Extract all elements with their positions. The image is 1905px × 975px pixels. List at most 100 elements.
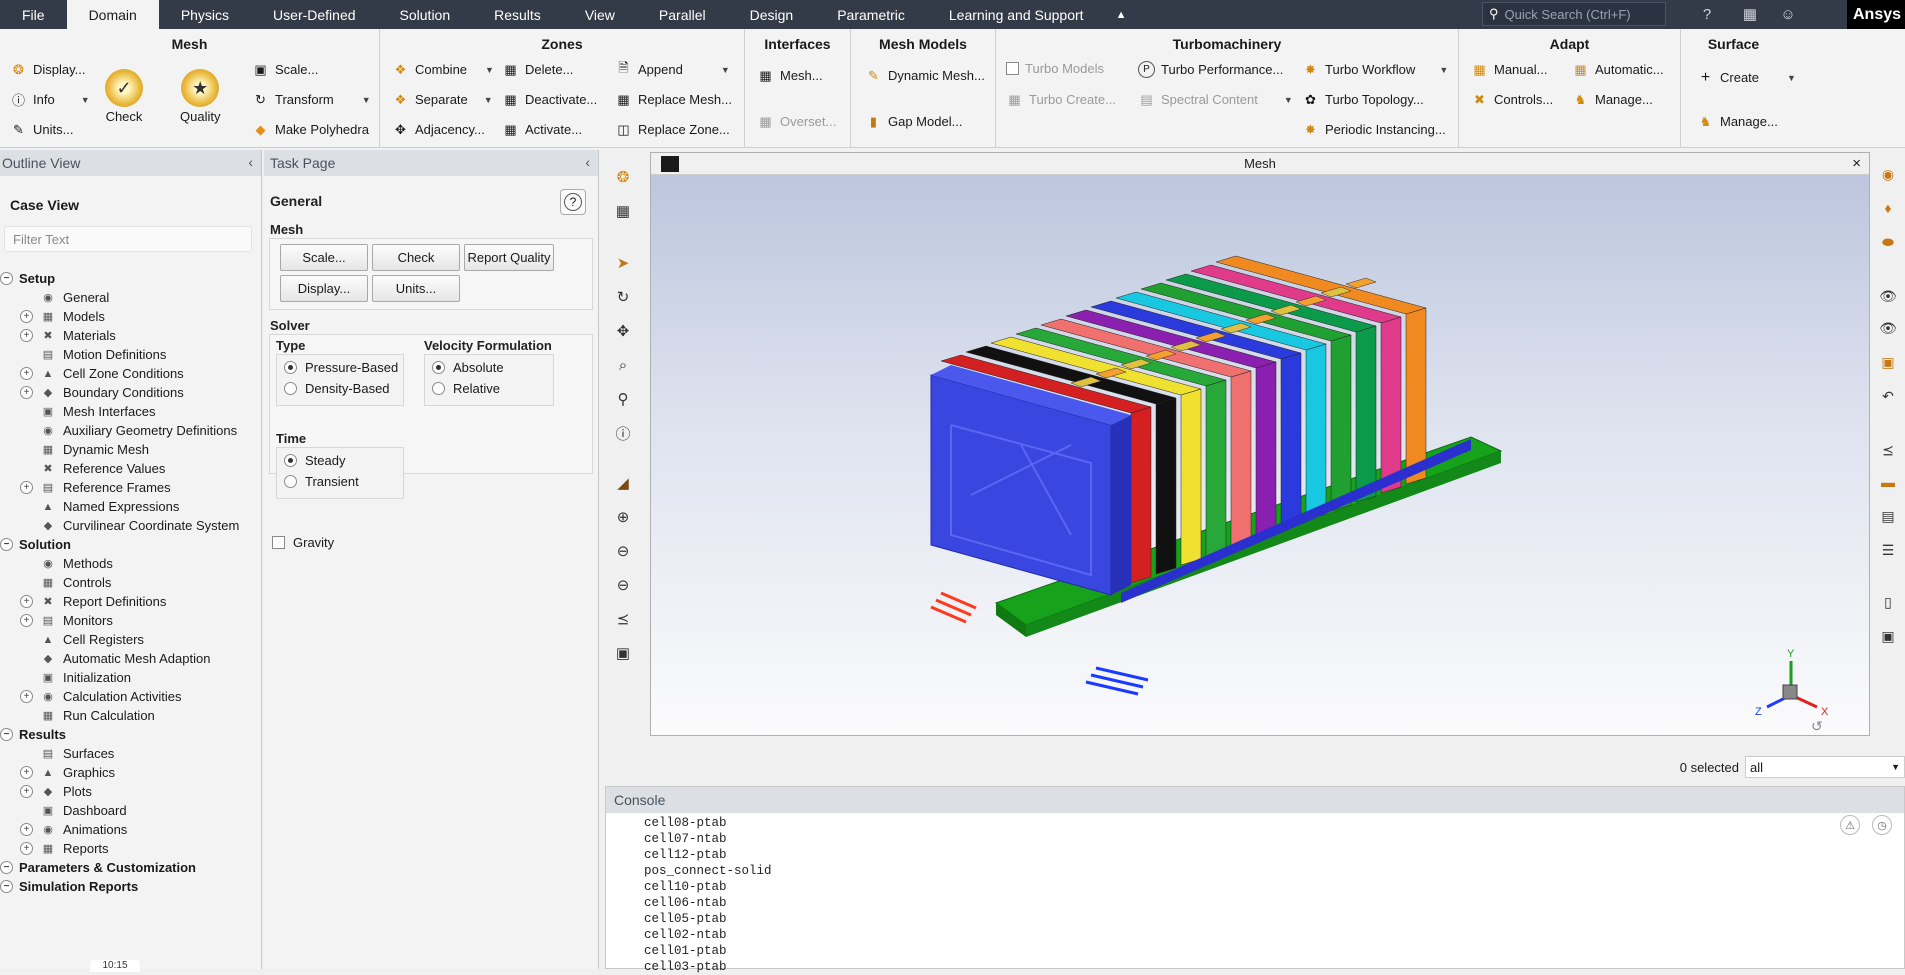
steady-radio[interactable]: Steady <box>284 453 345 468</box>
task-check-button[interactable]: Check <box>372 244 460 271</box>
tree-item[interactable]: ▤ Motion Definitions <box>0 345 262 364</box>
menu-domain[interactable]: Domain <box>66 0 159 29</box>
tree-item[interactable]: + ▲ Graphics <box>0 763 262 782</box>
graphics-window[interactable]: Mesh × Y Z X ↺ <box>650 152 1870 736</box>
turbo-topology-button[interactable]: ✿ Turbo Topology... <box>1302 91 1424 108</box>
task-report-quality-button[interactable]: Report Quality <box>464 244 554 271</box>
zoom-previous-icon[interactable]: ⊖ <box>610 572 636 598</box>
zones-delete-button[interactable]: ▦ Delete... <box>502 61 573 78</box>
tree-item[interactable]: ▦ Run Calculation <box>0 706 262 725</box>
ellipse-icon[interactable]: ⬬ <box>1876 230 1900 254</box>
tree-item[interactable]: − Setup <box>0 269 262 288</box>
task-display-button[interactable]: Display... <box>280 275 368 302</box>
mesh-transform-button[interactable]: ↻ Transform ▼ <box>252 91 371 108</box>
menu-solution[interactable]: Solution <box>378 0 473 29</box>
collapse-icon[interactable]: − <box>0 272 13 285</box>
list-icon[interactable]: ☰ <box>1876 538 1900 562</box>
task-scale-button[interactable]: Scale... <box>280 244 368 271</box>
collapse-icon[interactable]: − <box>0 861 13 874</box>
tree-item[interactable]: ▣ Mesh Interfaces <box>0 402 262 421</box>
tree-item[interactable]: ▤ Surfaces <box>0 744 262 763</box>
menu-results[interactable]: Results <box>472 0 563 29</box>
mesh-display-button[interactable]: ❂ Display... <box>10 61 85 78</box>
tree-item[interactable]: + ◉ Animations <box>0 820 262 839</box>
menu-learning-support[interactable]: Learning and Support <box>927 0 1106 29</box>
light-icon[interactable]: ♦ <box>1876 196 1900 220</box>
menu-user-defined[interactable]: User-Defined <box>251 0 377 29</box>
absolute-radio[interactable]: Absolute <box>432 360 504 375</box>
collapse-panel-icon[interactable]: ‹ <box>248 154 253 170</box>
collapse-icon[interactable]: − <box>0 728 13 741</box>
undo-view-icon[interactable]: ↶ <box>1876 384 1900 408</box>
rotate-icon[interactable]: ↻ <box>610 284 636 310</box>
tree-item[interactable]: + ◆ Plots <box>0 782 262 801</box>
mesh-info-button[interactable]: ⓘ Info ▼ <box>10 91 90 108</box>
interfaces-mesh-button[interactable]: ▦ Mesh... <box>757 67 822 84</box>
mesh-scale-button[interactable]: ▣ Scale... <box>252 61 318 78</box>
tree-item[interactable]: ◆ Automatic Mesh Adaption <box>0 649 262 668</box>
gravity-checkbox[interactable]: Gravity <box>272 535 334 550</box>
expand-icon[interactable]: + <box>20 690 33 703</box>
tree-item[interactable]: ◉ Methods <box>0 554 262 573</box>
tree-item[interactable]: + ▲ Cell Zone Conditions <box>0 364 262 383</box>
camera-icon[interactable]: ▣ <box>1876 624 1900 648</box>
probe-info-icon[interactable]: ⓘ <box>610 420 636 446</box>
expand-icon[interactable]: + <box>20 329 33 342</box>
density-based-radio[interactable]: Density-Based <box>284 381 390 396</box>
close-icon[interactable]: × <box>1852 153 1861 175</box>
collapse-icon[interactable]: − <box>0 880 13 893</box>
tree-item[interactable]: ▦ Dynamic Mesh <box>0 440 262 459</box>
menu-design[interactable]: Design <box>728 0 816 29</box>
tree-item[interactable]: ✖ Reference Values <box>0 459 262 478</box>
tree-item[interactable]: − Results <box>0 725 262 744</box>
quick-search-input[interactable]: ⚲ Quick Search (Ctrl+F) <box>1482 2 1666 26</box>
axes-icon[interactable]: ⪯ <box>610 606 636 632</box>
tree-item[interactable]: ▣ Dashboard <box>0 801 262 820</box>
tree-item[interactable]: + ✖ Report Definitions <box>0 592 262 611</box>
tree-item[interactable]: + ✖ Materials <box>0 326 262 345</box>
tree-item[interactable]: ▲ Cell Registers <box>0 630 262 649</box>
adapt-manual-button[interactable]: ▦ Manual... <box>1471 61 1547 78</box>
collapse-task-icon[interactable]: ‹ <box>585 154 590 170</box>
surface-create-button[interactable]: + Create ▼ <box>1697 69 1796 86</box>
clock-icon[interactable]: ◷ <box>1872 815 1892 835</box>
window-icon[interactable]: ▣ <box>1876 350 1900 374</box>
zones-adjacency-button[interactable]: ✥ Adjacency... <box>392 121 485 138</box>
expand-icon[interactable]: + <box>20 842 33 855</box>
tree-item[interactable]: + ▤ Reference Frames <box>0 478 262 497</box>
relative-radio[interactable]: Relative <box>432 381 500 396</box>
expand-icon[interactable]: + <box>20 310 33 323</box>
adapt-controls-button[interactable]: ✖ Controls... <box>1471 91 1553 108</box>
spectral-content-button[interactable]: ▤ Spectral Content ▼ <box>1138 91 1292 108</box>
dynamic-mesh-button[interactable]: ✎ Dynamic Mesh... <box>865 67 985 84</box>
plot-icon[interactable]: ⪯ <box>1876 438 1900 462</box>
surface-manage-button[interactable]: ♞ Manage... <box>1697 113 1778 130</box>
tree-item[interactable]: + ▦ Models <box>0 307 262 326</box>
replace-mesh-button[interactable]: ▦ Replace Mesh... <box>615 91 732 108</box>
tree-item[interactable]: ◆ Curvilinear Coordinate System <box>0 516 262 535</box>
eye-icon[interactable]: 👁 <box>1876 284 1900 308</box>
zoom-out-icon[interactable]: ⊖ <box>610 538 636 564</box>
collapse-icon[interactable]: − <box>0 538 13 551</box>
replace-zone-button[interactable]: ◫ Replace Zone... <box>615 121 729 138</box>
help-button[interactable]: ? <box>560 189 586 215</box>
expand-icon[interactable]: + <box>20 766 33 779</box>
tree-item[interactable]: − Parameters & Customization <box>0 858 262 877</box>
zoom-box-icon[interactable]: ⌕ <box>610 352 636 378</box>
help-icon[interactable]: ? <box>1697 4 1717 24</box>
expand-icon[interactable]: + <box>20 614 33 627</box>
tree-item[interactable]: + ◉ Calculation Activities <box>0 687 262 706</box>
expand-icon[interactable]: + <box>20 595 33 608</box>
warning-icon[interactable]: ⚠ <box>1840 815 1860 835</box>
zoom-in-icon[interactable]: ⊕ <box>610 504 636 530</box>
mesh-quality-button[interactable]: ★ Quality <box>180 69 220 124</box>
tree-item[interactable]: ◉ Auxiliary Geometry Definitions <box>0 421 262 440</box>
turbo-workflow-button[interactable]: ✸ Turbo Workflow ▼ <box>1302 61 1448 78</box>
tree-item[interactable]: ▣ Initialization <box>0 668 262 687</box>
menu-file[interactable]: File <box>0 0 67 29</box>
tree-item[interactable]: ▦ Controls <box>0 573 262 592</box>
menu-parallel[interactable]: Parallel <box>637 0 728 29</box>
expand-icon[interactable]: + <box>20 367 33 380</box>
hide-icon[interactable]: 👁 <box>1876 316 1900 340</box>
mesh-units-button[interactable]: ✎ Units... <box>10 121 73 138</box>
